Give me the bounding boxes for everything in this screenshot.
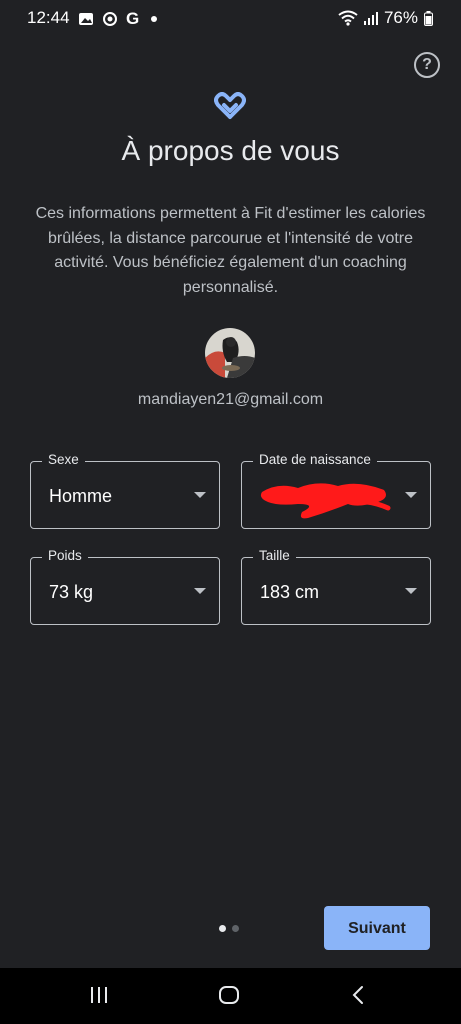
recent-apps-icon[interactable] [88,984,110,1006]
sexe-value: Homme [49,486,113,506]
page-title: À propos de vous [121,135,340,166]
poids-value: 73 kg [49,582,94,602]
chevron-down-icon [405,588,417,594]
battery-icon [424,10,433,26]
next-button[interactable]: Suivant [324,906,430,950]
avatar [205,328,255,378]
chevron-down-icon [405,492,417,498]
google-fit-heart-icon [214,92,246,119]
sexe-label: Sexe [42,452,85,467]
help-icon[interactable]: ? [414,52,440,78]
page-description: Ces informations permettent à Fit d'esti… [35,205,426,296]
google-icon: G [126,9,140,28]
page-dot-active [219,925,226,932]
poids-label: Poids [42,548,88,563]
taille-label: Taille [253,548,296,563]
status-right-icons: 76% [338,8,433,28]
account-email: mandiayen21@gmail.com [137,391,324,408]
sexe-select[interactable]: Sexe Homme [30,452,220,529]
chevron-down-icon [194,492,206,498]
status-bar: 12:44 G 76% [0,0,461,36]
status-time: 12:44 [27,8,70,27]
page-indicator [219,925,239,932]
page-dot-inactive [232,925,239,932]
system-navigation-bar [0,968,461,1024]
taille-select[interactable]: Taille 183 cm [241,548,431,625]
wifi-icon [338,10,358,26]
status-left-icons: G [78,9,158,29]
gallery-icon [79,13,93,25]
taille-value: 183 cm [260,582,320,602]
birthdate-label: Date de naissance [253,452,377,467]
battery-percent: 76% [383,8,418,27]
focus-mode-icon [103,12,117,26]
birthdate-select[interactable]: Date de naissance [241,452,431,529]
chevron-down-icon [194,588,206,594]
signal-icon [363,12,378,25]
poids-select[interactable]: Poids 73 kg [30,548,220,625]
home-icon[interactable] [218,984,240,1006]
notification-dot-icon [151,16,158,22]
back-icon[interactable] [348,984,370,1006]
redaction-scribble [260,483,391,519]
